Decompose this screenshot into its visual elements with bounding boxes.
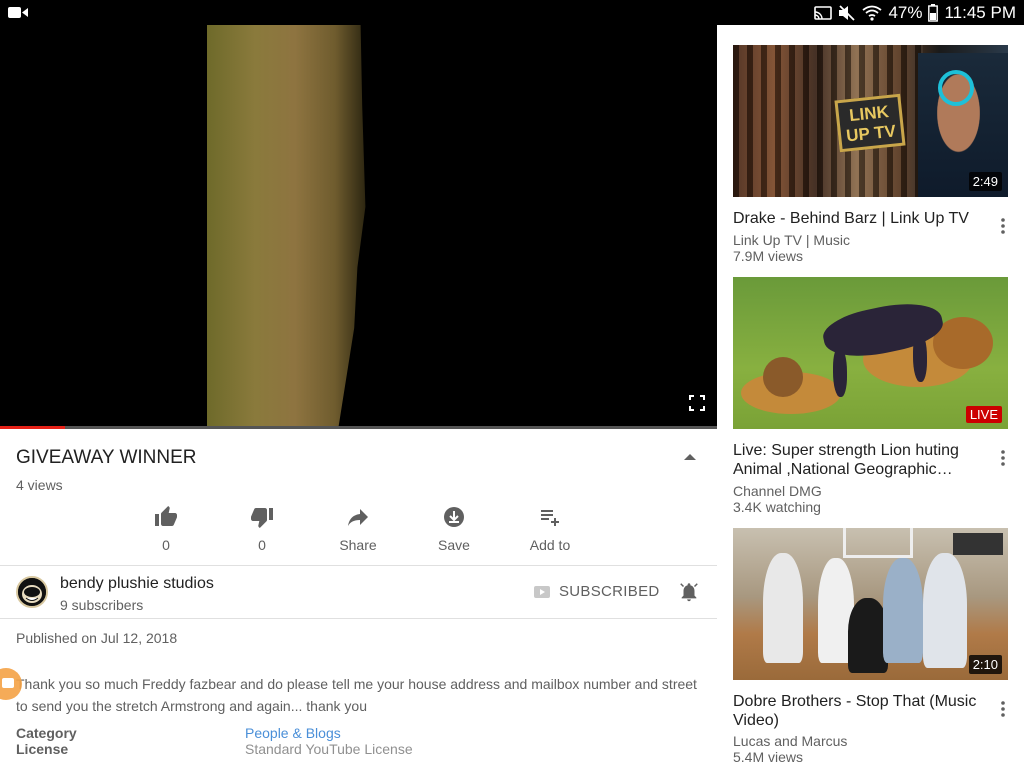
- view-count: 4 views: [16, 477, 63, 493]
- avatar[interactable]: [16, 576, 48, 608]
- like-count: 0: [162, 537, 170, 553]
- recommended-title: Dobre Brothers - Stop That (Music Video): [733, 693, 977, 729]
- recommended-channel: Link Up TV | Music: [733, 232, 850, 248]
- recommended-views: 7.9M views: [733, 248, 804, 264]
- download-icon: [444, 507, 464, 527]
- category-link[interactable]: People & Blogs: [245, 725, 341, 741]
- thumb-down-icon: [251, 508, 273, 528]
- save-button[interactable]: Save: [406, 505, 502, 553]
- video-camera-icon: [8, 7, 28, 18]
- youtube-logo-icon: [534, 585, 550, 598]
- bendy-avatar-icon: [18, 578, 46, 606]
- channel-name[interactable]: bendy plushie studios: [60, 575, 214, 593]
- thumb-up-icon: [155, 506, 177, 526]
- video-frame: [207, 25, 366, 429]
- video-title: GIVEAWAY WINNER: [16, 447, 197, 468]
- thumbnail-logo: LINK UP TV: [834, 93, 906, 153]
- channel-row: bendy plushie studios 9 subscribers SUBS…: [0, 566, 717, 618]
- status-bar: 47% 11:45 PM: [0, 0, 1024, 25]
- license-key: License: [16, 741, 69, 757]
- recommended-views: 5.4M views: [733, 749, 804, 765]
- action-bar: 0 0 Share Save Add to: [118, 505, 598, 553]
- recommended-views: 3.4K watching: [733, 499, 821, 515]
- notification-bell-icon[interactable]: [678, 581, 700, 603]
- recommended-channel: Lucas and Marcus: [733, 733, 848, 749]
- video-player[interactable]: [0, 25, 717, 429]
- subscribed-label: SUBSCRIBED: [559, 583, 660, 600]
- recommended-title: Live: Super strength Lion huting Animal …: [733, 442, 959, 478]
- playlist-add-icon: [541, 510, 559, 526]
- video-metadata: Category People & Blogs License Standard…: [16, 725, 413, 757]
- video-thumbnail[interactable]: LINK UP TV 2:49: [733, 45, 1008, 197]
- like-button[interactable]: 0: [118, 505, 214, 553]
- more-options-icon[interactable]: [1000, 217, 1006, 235]
- battery-percent: 47%: [888, 3, 923, 22]
- more-options-icon[interactable]: [1000, 449, 1006, 467]
- share-button[interactable]: Share: [310, 505, 406, 553]
- battery-icon: [928, 4, 939, 22]
- collapse-icon[interactable]: [682, 449, 698, 465]
- more-options-icon[interactable]: [1000, 700, 1006, 718]
- recommended-title: Drake - Behind Barz | Link Up TV: [733, 210, 969, 227]
- mute-icon: [839, 5, 856, 21]
- recommended-channel: Channel DMG: [733, 483, 822, 499]
- fullscreen-icon[interactable]: [689, 395, 705, 411]
- progress-bar[interactable]: [0, 426, 717, 429]
- save-label: Save: [438, 537, 470, 553]
- video-description: Thank you so much Freddy fazbear and do …: [16, 676, 697, 714]
- divider: [0, 618, 717, 619]
- share-label: Share: [339, 537, 377, 553]
- recommended-video[interactable]: 2:10 Dobre Brothers - Stop That (Music V…: [733, 528, 1008, 768]
- video-thumbnail[interactable]: LIVE: [733, 277, 1008, 429]
- share-icon: [348, 509, 368, 526]
- dislike-button[interactable]: 0: [214, 505, 310, 553]
- wifi-icon: [862, 5, 883, 21]
- publish-date: Published on Jul 12, 2018: [16, 630, 178, 646]
- recommendations-sidebar: LINK UP TV 2:49 Drake - Behind Barz | Li…: [717, 25, 1024, 768]
- category-key: Category: [16, 725, 77, 741]
- dislike-count: 0: [258, 537, 266, 553]
- clock: 11:45 PM: [944, 3, 1016, 22]
- license-value: Standard YouTube License: [245, 741, 413, 757]
- video-thumbnail[interactable]: 2:10: [733, 528, 1008, 680]
- add-to-button[interactable]: Add to: [502, 505, 598, 553]
- progress-fill: [0, 426, 65, 429]
- video-duration: 2:10: [968, 655, 1002, 674]
- live-badge: LIVE: [965, 406, 1002, 423]
- recommended-video[interactable]: LIVE Live: Super strength Lion huting An…: [733, 277, 1008, 517]
- add-to-label: Add to: [529, 537, 571, 553]
- video-duration: 2:49: [968, 172, 1002, 191]
- cast-icon: [814, 6, 833, 20]
- recommended-video[interactable]: LINK UP TV 2:49 Drake - Behind Barz | Li…: [733, 45, 1008, 265]
- subscribed-button[interactable]: SUBSCRIBED: [534, 583, 660, 600]
- subscriber-count: 9 subscribers: [60, 597, 144, 613]
